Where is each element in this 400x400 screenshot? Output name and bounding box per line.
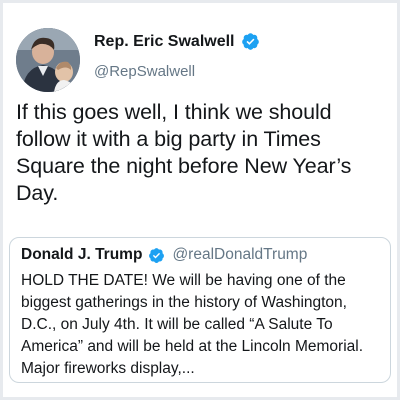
quoted-tweet-body-text: HOLD THE DATE! We will be having one of … bbox=[21, 272, 364, 377]
profile-photo bbox=[16, 28, 80, 92]
tweet-screenshot-frame: Rep. Eric Swalwell @RepSwalwell If this … bbox=[3, 3, 397, 397]
tweet-header: Rep. Eric Swalwell @RepSwalwell bbox=[16, 26, 386, 94]
verified-badge-icon bbox=[148, 247, 165, 264]
quoted-tweet-card[interactable]: Donald J. Trump @realDonaldTrump HOLD TH… bbox=[9, 237, 391, 383]
author-display-name[interactable]: Rep. Eric Swalwell bbox=[94, 33, 235, 51]
author-handle[interactable]: @RepSwalwell bbox=[94, 63, 195, 80]
quoted-tweet-header: Donald J. Trump @realDonaldTrump bbox=[21, 246, 307, 264]
author-name-row: Rep. Eric Swalwell bbox=[94, 32, 260, 51]
quoted-author-display-name[interactable]: Donald J. Trump bbox=[21, 246, 142, 264]
tweet-body-text: If this goes well, I think we should fol… bbox=[16, 100, 352, 205]
avatar[interactable] bbox=[16, 28, 80, 92]
verified-badge-icon bbox=[241, 32, 260, 51]
quoted-author-handle[interactable]: @realDonaldTrump bbox=[172, 246, 307, 264]
